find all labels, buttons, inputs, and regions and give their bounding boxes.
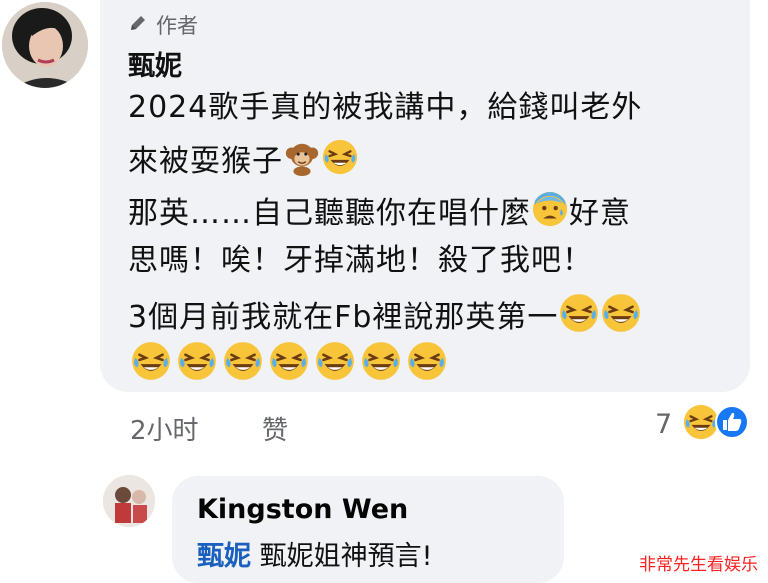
anxious-sweat-emoji-icon: [531, 190, 569, 239]
laughing-crying-emoji-icon: [268, 340, 310, 393]
comment-line-3: 那英……自己聽聽你在唱什麼 好意: [128, 190, 631, 239]
reply-body: 甄妮姐神預言!: [251, 541, 433, 572]
reply-author-avatar[interactable]: [103, 475, 155, 527]
comment-line-2-text: 來被耍猴子: [128, 144, 283, 179]
laughing-crying-emoji-icon: [321, 138, 359, 187]
comment-line-5-text: 3個月前我就在Fb裡說那英第一: [128, 300, 559, 335]
comment-line-4: 思嗎！唉！牙掉滿地！殺了我吧！: [128, 243, 593, 278]
comment-line-3-text: 那英……自己聽聽你在唱什麼: [128, 196, 531, 231]
comment-author-name[interactable]: 甄妮: [128, 44, 182, 83]
mention-tag[interactable]: 甄妮: [197, 541, 251, 572]
comment-line-6: [130, 340, 448, 393]
author-badge: 作者: [128, 10, 198, 40]
laughing-crying-emoji-icon: [314, 340, 356, 393]
laughing-crying-emoji-icon: [360, 340, 402, 393]
comment-line-3-tail: 好意: [569, 196, 631, 231]
author-badge-label: 作者: [156, 14, 198, 38]
laughing-crying-emoji-icon: [406, 340, 448, 393]
comment-line-1: 2024歌手真的被我講中，給錢叫老外: [128, 90, 643, 125]
comment-timestamp[interactable]: 2小时: [130, 410, 199, 447]
monkey-emoji-icon: [283, 138, 321, 187]
like-thumb-icon: [714, 404, 750, 444]
reaction-summary[interactable]: 7: [655, 403, 750, 445]
reaction-count: 7: [655, 408, 673, 440]
laughing-crying-emoji-icon: [130, 340, 172, 393]
reply-text: 甄妮 甄妮姐神預言!: [197, 534, 432, 573]
comment-line-5: 3個月前我就在Fb裡說那英第一: [128, 292, 642, 345]
pencil-icon: [128, 13, 148, 38]
reply-author-name[interactable]: Kingston Wen: [197, 494, 408, 525]
laughing-crying-emoji-icon: [558, 292, 600, 345]
laughing-crying-emoji-icon: [176, 340, 218, 393]
laughing-crying-emoji-icon: [600, 292, 642, 345]
watermark: 非常先生看娱乐: [639, 555, 758, 575]
like-link[interactable]: 赞: [262, 410, 288, 447]
laughing-crying-emoji-icon: [222, 340, 264, 393]
comment-line-2: 來被耍猴子: [128, 138, 359, 187]
author-avatar[interactable]: [2, 2, 88, 88]
